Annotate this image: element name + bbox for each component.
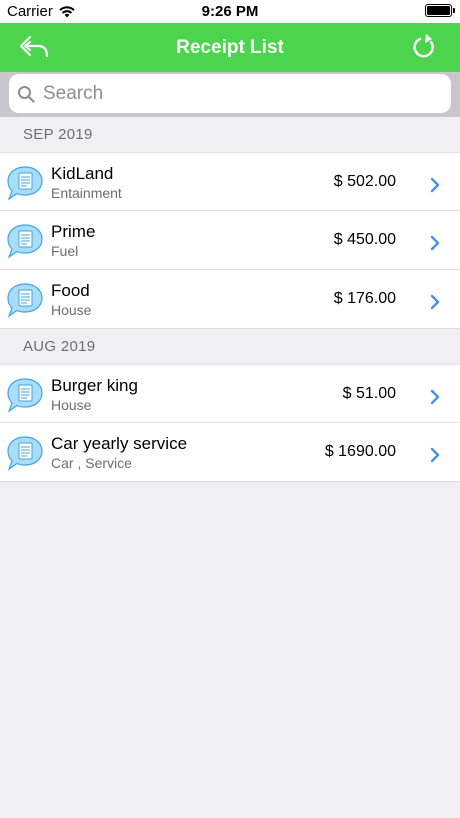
refresh-icon	[413, 34, 434, 58]
list-item[interactable]: Food House $ 176.00	[0, 270, 460, 329]
status-bar: Carrier 9:26 PM	[0, 0, 460, 23]
receipt-amount: $ 450.00	[333, 231, 396, 248]
receipt-name: Car yearly service	[51, 434, 188, 453]
list-item[interactable]: Prime Fuel $ 450.00	[0, 211, 460, 270]
chevron-right-icon	[430, 389, 440, 405]
navigation-bar: Receipt List	[0, 23, 460, 72]
receipt-category: House	[51, 302, 92, 318]
receipt-name: Burger king	[51, 376, 138, 395]
receipt-amount: $ 51.00	[342, 385, 396, 402]
receipt-name: Food	[51, 281, 90, 300]
chevron-right-icon	[430, 177, 440, 193]
search-input[interactable]	[41, 81, 421, 106]
chevron-right-icon	[430, 294, 440, 310]
search-icon	[18, 85, 35, 103]
battery-icon	[425, 4, 455, 17]
search-bar	[0, 72, 460, 117]
receipt-icon	[7, 436, 43, 471]
back-button[interactable]	[18, 33, 54, 63]
status-time: 9:26 PM	[201, 3, 259, 20]
page-title: Receipt List	[176, 36, 284, 58]
receipt-amount: $ 1690.00	[324, 443, 396, 460]
chevron-right-icon	[430, 235, 440, 251]
search-field-container[interactable]	[9, 74, 451, 113]
reply-arrow-icon	[19, 35, 49, 58]
receipt-name: KidLand	[51, 164, 114, 183]
chevron-right-icon	[430, 447, 440, 463]
receipt-amount: $ 502.00	[333, 173, 396, 190]
receipt-icon	[7, 283, 43, 318]
receipt-category: Fuel	[51, 243, 79, 259]
list-item[interactable]: KidLand Entainment $ 502.00	[0, 152, 460, 211]
receipt-category: Entainment	[51, 185, 122, 201]
receipt-icon	[7, 224, 43, 259]
receipt-icon	[7, 166, 43, 201]
receipt-category: Car , Service	[51, 455, 132, 471]
list-item[interactable]: Burger king House $ 51.00	[0, 364, 460, 423]
refresh-button[interactable]	[412, 33, 442, 63]
receipt-category: House	[51, 397, 92, 413]
receipt-icon	[7, 378, 43, 413]
section-header: AUG 2019	[0, 329, 460, 364]
receipt-name: Prime	[51, 222, 96, 241]
section-aug-2019: AUG 2019 Burger king House $ 51.00 Car y…	[0, 329, 460, 482]
section-header: SEP 2019	[0, 117, 460, 152]
receipt-amount: $ 176.00	[333, 290, 396, 307]
list-item[interactable]: Car yearly service Car , Service $ 1690.…	[0, 423, 460, 482]
section-sep-2019: SEP 2019 KidLand Entainment $ 502.00 Pri…	[0, 117, 460, 329]
